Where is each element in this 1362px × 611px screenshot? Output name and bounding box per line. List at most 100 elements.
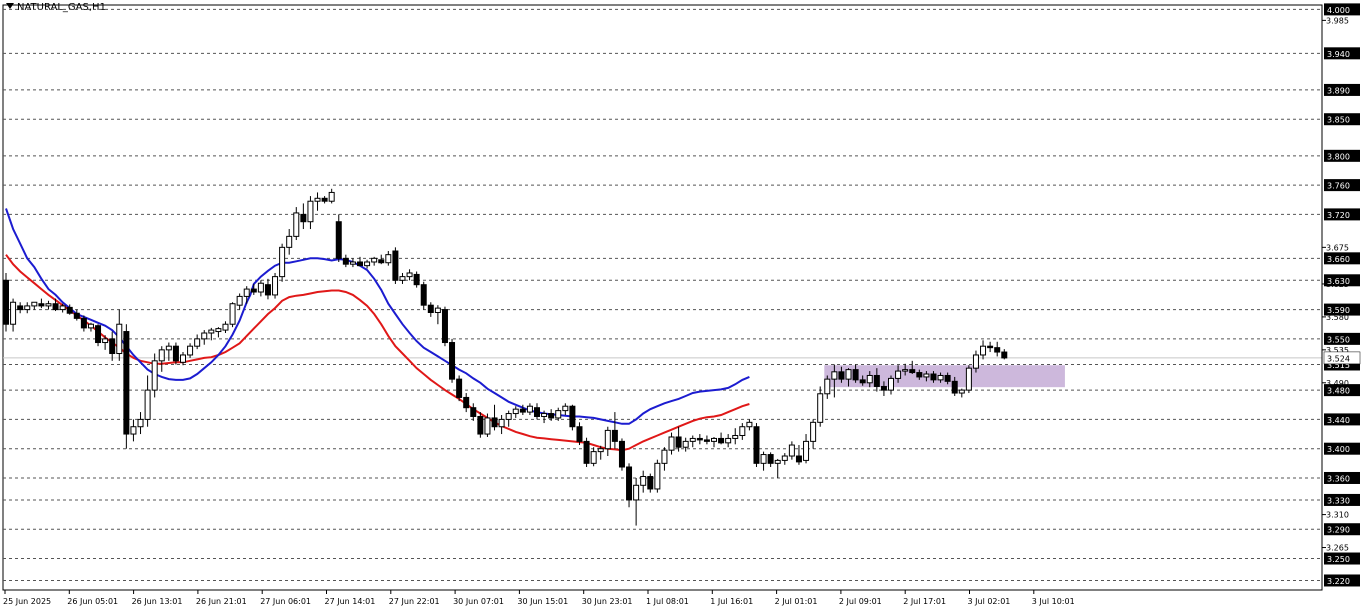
candle-body bbox=[845, 369, 852, 380]
candle-body bbox=[434, 307, 441, 314]
candle-body bbox=[548, 413, 555, 419]
price-tag-label: 3.440 bbox=[1327, 416, 1350, 425]
candle-body bbox=[165, 345, 172, 351]
chart-area[interactable]: NATURAL_GAS,H1 3.9853.6753.6253.5803.535… bbox=[0, 0, 1362, 611]
candle-body bbox=[937, 374, 944, 381]
candle-body bbox=[534, 407, 540, 417]
x-tick-label: 30 Jun 15:01 bbox=[517, 597, 568, 606]
candle-body bbox=[307, 200, 314, 223]
candle-body bbox=[87, 323, 94, 329]
candle-body bbox=[477, 415, 484, 435]
candle-body bbox=[519, 408, 526, 413]
candle-body bbox=[795, 455, 802, 463]
candle-body bbox=[95, 325, 102, 344]
candle-body bbox=[293, 212, 300, 237]
candle-body bbox=[102, 338, 109, 344]
candle-body bbox=[753, 426, 760, 464]
candle-body bbox=[201, 332, 208, 340]
candle-body bbox=[31, 301, 38, 307]
candle-body bbox=[803, 440, 810, 461]
candle-body bbox=[604, 429, 611, 450]
price-tag-label: 3.940 bbox=[1327, 50, 1350, 59]
candle-body bbox=[399, 276, 406, 281]
candle-body bbox=[725, 437, 732, 444]
candle-body bbox=[880, 385, 887, 391]
candle-body bbox=[760, 454, 767, 464]
candle-body bbox=[264, 284, 271, 296]
candle-body bbox=[151, 360, 158, 391]
candle-body bbox=[944, 374, 951, 382]
candle-body bbox=[342, 257, 349, 265]
candle-body bbox=[215, 328, 222, 333]
candle-body bbox=[541, 413, 548, 417]
candle-body bbox=[987, 345, 994, 349]
candle-body bbox=[498, 418, 505, 428]
candle-body bbox=[52, 303, 59, 311]
candle-body bbox=[739, 426, 746, 437]
x-tick-label: 2 Jul 09:01 bbox=[839, 597, 882, 606]
candle-body bbox=[406, 272, 413, 278]
candle-body bbox=[272, 276, 279, 296]
candle-body bbox=[930, 373, 937, 381]
candle-body bbox=[810, 421, 817, 442]
price-tag-label: 3.660 bbox=[1327, 255, 1350, 264]
price-tag-label: 3.400 bbox=[1327, 445, 1350, 454]
candle-body bbox=[526, 405, 533, 413]
candle-body bbox=[767, 454, 774, 464]
candle-body bbox=[130, 426, 137, 435]
candle-body bbox=[512, 408, 519, 415]
candle-body bbox=[838, 371, 845, 380]
x-tick-label: 1 Jul 08:01 bbox=[646, 597, 689, 606]
candle-body bbox=[378, 259, 385, 264]
candle-body bbox=[180, 354, 186, 363]
price-tag-label: 3.800 bbox=[1327, 152, 1350, 161]
candle-body bbox=[647, 476, 654, 490]
minor-tick-label: 3.675 bbox=[1326, 243, 1349, 252]
candle-body bbox=[364, 261, 371, 267]
candle-body bbox=[689, 437, 696, 442]
candle-body bbox=[413, 273, 420, 286]
candle-body bbox=[654, 462, 661, 490]
consolidation-zone bbox=[824, 365, 1065, 388]
candle-body bbox=[859, 379, 866, 384]
candle-body bbox=[80, 317, 87, 329]
candle-body bbox=[229, 303, 236, 325]
candle-body bbox=[172, 345, 179, 362]
candle-body bbox=[640, 476, 647, 486]
candle-body bbox=[583, 440, 590, 464]
price-tag-label: 3.220 bbox=[1327, 577, 1350, 586]
candle-body bbox=[675, 436, 682, 448]
x-tick-label: 26 Jun 21:01 bbox=[196, 597, 247, 606]
price-tag-label: 3.360 bbox=[1327, 474, 1350, 483]
candle-body bbox=[555, 410, 562, 419]
candle-body bbox=[696, 437, 703, 441]
candle-body bbox=[682, 440, 689, 448]
candle-body bbox=[958, 389, 965, 394]
candle-body bbox=[484, 417, 491, 435]
candle-body bbox=[781, 455, 788, 461]
candle-body bbox=[123, 331, 130, 435]
candle-body bbox=[788, 444, 795, 457]
candle-body bbox=[335, 221, 342, 259]
candle-body bbox=[831, 371, 838, 380]
candle-body bbox=[371, 257, 378, 263]
candle-body bbox=[873, 374, 880, 387]
candle-body bbox=[611, 429, 618, 442]
price-tag-label: 3.550 bbox=[1327, 335, 1350, 344]
candle-body bbox=[569, 405, 576, 428]
candle-body bbox=[633, 484, 640, 501]
candle-body bbox=[349, 261, 356, 265]
minor-tick-label: 3.310 bbox=[1326, 511, 1349, 520]
candle-body bbox=[916, 372, 923, 378]
price-tag-label: 3.760 bbox=[1327, 182, 1350, 191]
candle-body bbox=[703, 439, 710, 442]
candle-body bbox=[852, 369, 859, 381]
candle-body bbox=[980, 345, 987, 356]
x-tick-label: 3 Jul 02:01 bbox=[968, 597, 1011, 606]
x-tick-label: 30 Jun 07:01 bbox=[453, 597, 504, 606]
candle-body bbox=[626, 466, 633, 501]
candle-body bbox=[576, 426, 583, 442]
candle-body bbox=[965, 367, 972, 391]
candle-body bbox=[158, 349, 165, 362]
candle-body bbox=[590, 451, 597, 464]
